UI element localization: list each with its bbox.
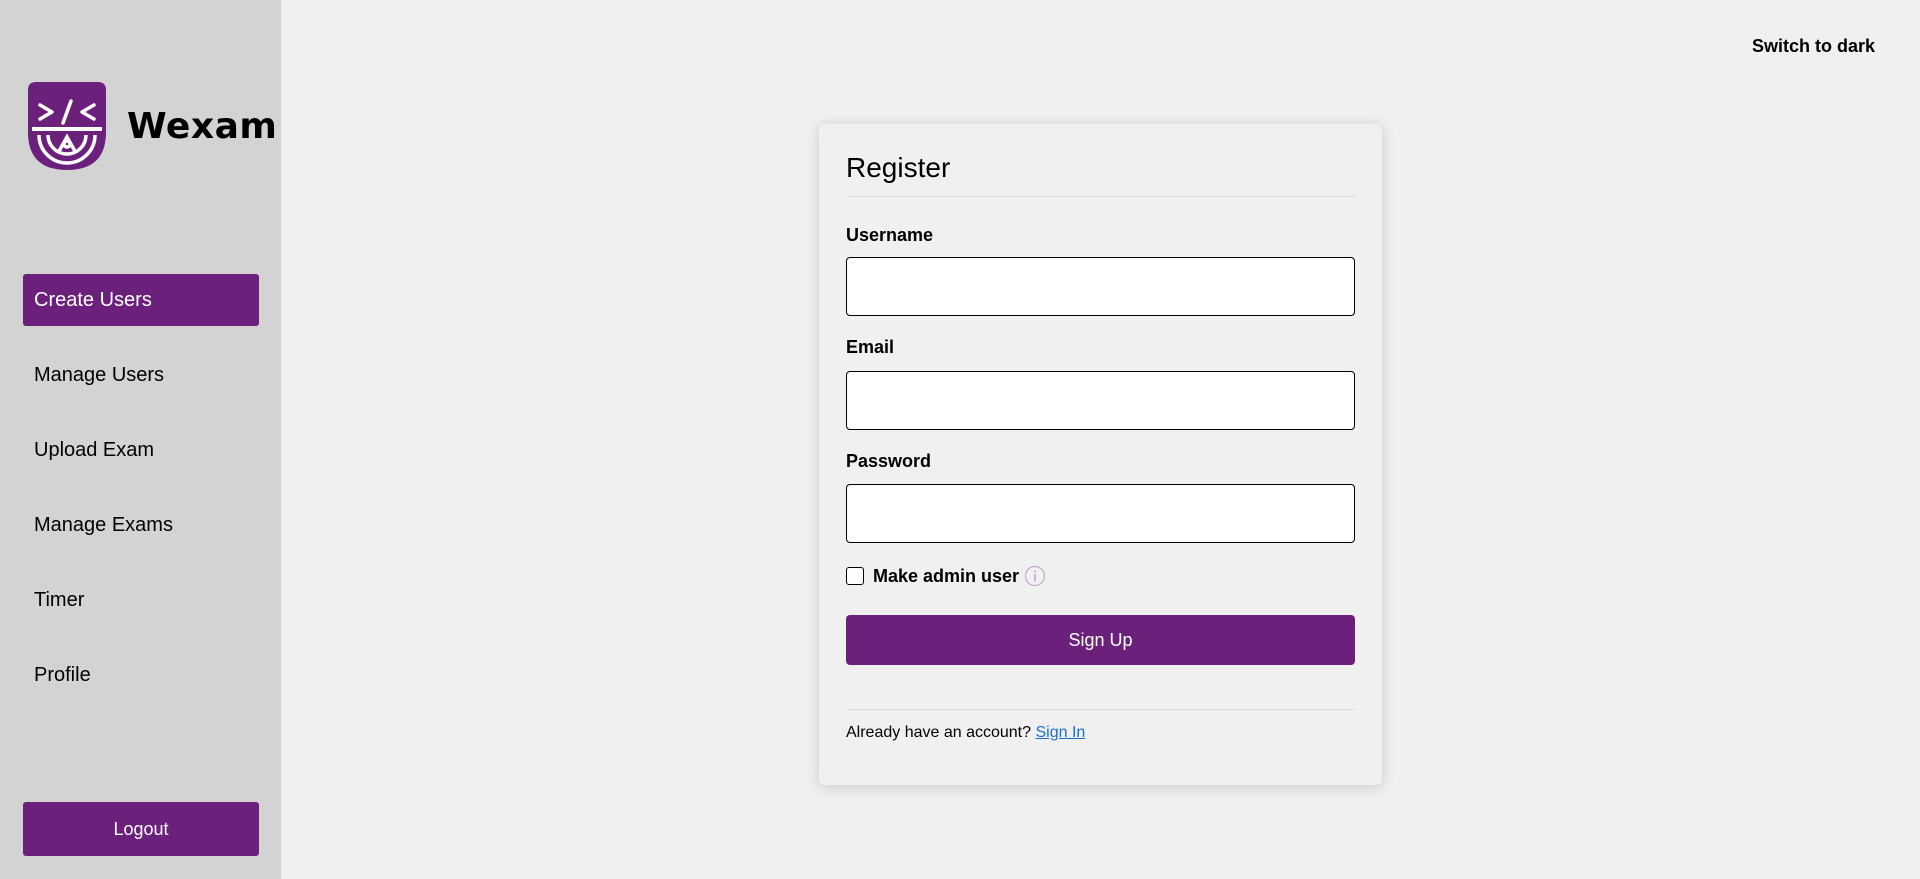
password-input[interactable] — [846, 484, 1355, 543]
admin-checkbox[interactable] — [846, 567, 864, 585]
shield-logo-icon — [28, 82, 106, 170]
card-footer: Already have an account? Sign In — [846, 709, 1355, 742]
info-icon[interactable] — [1024, 565, 1046, 587]
page-title: Register — [846, 152, 1355, 197]
theme-toggle-button[interactable]: Switch to dark — [1752, 36, 1875, 57]
sidebar-nav: Create Users Manage Users Upload Exam Ma… — [23, 274, 259, 724]
username-label: Username — [846, 225, 934, 245]
sidebar-item-create-users[interactable]: Create Users — [23, 274, 259, 326]
logout-button[interactable]: Logout — [23, 802, 259, 856]
register-card: Register Username Email Password Make ad… — [819, 124, 1382, 785]
app-name: Wexam — [127, 105, 278, 147]
admin-checkbox-row: Make admin user — [846, 565, 1355, 587]
brand: Wexam — [28, 82, 277, 170]
sign-in-link[interactable]: Sign In — [1035, 724, 1085, 741]
email-label: Email — [846, 337, 895, 357]
sidebar-item-manage-users[interactable]: Manage Users — [23, 349, 259, 401]
sign-up-button[interactable]: Sign Up — [846, 615, 1355, 665]
sidebar-item-manage-exams[interactable]: Manage Exams — [23, 499, 259, 551]
footer-text: Already have an account? — [846, 724, 1032, 741]
sidebar-item-upload-exam[interactable]: Upload Exam — [23, 424, 259, 476]
username-input[interactable] — [846, 257, 1355, 316]
admin-checkbox-label[interactable]: Make admin user — [873, 566, 1019, 587]
email-input[interactable] — [846, 371, 1355, 430]
sidebar-item-profile[interactable]: Profile — [23, 649, 259, 701]
password-label: Password — [846, 451, 932, 471]
sidebar-item-timer[interactable]: Timer — [23, 574, 259, 626]
sidebar: Wexam Create Users Manage Users Upload E… — [0, 0, 281, 879]
